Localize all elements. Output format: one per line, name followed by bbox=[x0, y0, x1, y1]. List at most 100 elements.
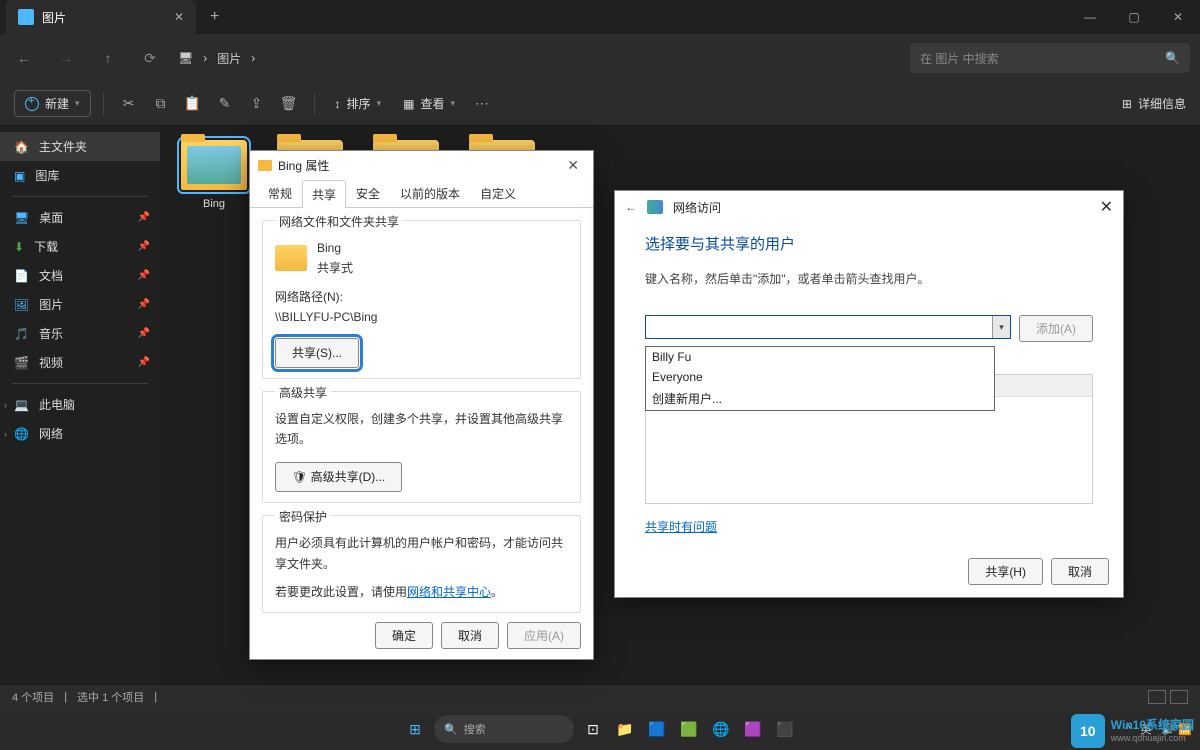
pin-icon: 📌 bbox=[138, 241, 150, 252]
separator: | bbox=[154, 691, 157, 703]
tab-security[interactable]: 安全 bbox=[346, 179, 390, 207]
tab-customize[interactable]: 自定义 bbox=[470, 179, 526, 207]
watermark: 10 Win10系统家园 www.qdhuajin.com bbox=[1071, 714, 1194, 748]
share-state: 共享式 bbox=[317, 258, 353, 278]
add-tab-button[interactable]: + bbox=[196, 8, 233, 26]
dialog-footer: 共享(H) 取消 bbox=[968, 558, 1109, 585]
folder-name: Bing bbox=[174, 198, 254, 210]
dropdown-option[interactable]: Everyone bbox=[646, 367, 994, 387]
sidebar-item-music[interactable]: 🎵音乐📌 bbox=[0, 319, 160, 348]
app-icon[interactable]: 🟩 bbox=[676, 716, 702, 742]
breadcrumb[interactable]: 🖥 › 图片 › bbox=[178, 50, 255, 67]
details-button[interactable]: ⊞ 详细信息 bbox=[1122, 95, 1186, 112]
close-button[interactable]: ✕ bbox=[1100, 197, 1113, 217]
minimize-button[interactable]: — bbox=[1068, 0, 1112, 34]
app-icon[interactable]: 🟪 bbox=[740, 716, 766, 742]
dialog-titlebar[interactable]: Bing 属性 ✕ bbox=[250, 151, 593, 179]
gallery-icon: ▣ bbox=[14, 169, 25, 183]
grid-view-button[interactable] bbox=[1170, 690, 1188, 704]
sidebar-item-documents[interactable]: 📄文档📌 bbox=[0, 261, 160, 290]
app-icon[interactable]: 🟦 bbox=[644, 716, 670, 742]
trouble-link[interactable]: 共享时有问题 bbox=[645, 520, 717, 534]
details-label: 详细信息 bbox=[1138, 95, 1186, 112]
share-button[interactable]: 共享(S)... bbox=[275, 338, 359, 368]
list-view-button[interactable] bbox=[1148, 690, 1166, 704]
rename-icon[interactable]: ✎ bbox=[212, 95, 238, 112]
advanced-share-button[interactable]: 🛡 高级共享(D)... bbox=[275, 462, 402, 492]
folder-icon bbox=[258, 160, 272, 171]
taskbar-search[interactable]: 🔍 搜索 bbox=[434, 715, 574, 743]
up-button[interactable]: ↑ bbox=[94, 50, 122, 66]
maximize-button[interactable]: ▢ bbox=[1112, 0, 1156, 34]
dropdown-button[interactable]: ▾ bbox=[992, 316, 1010, 338]
explorer-icon[interactable]: 📁 bbox=[612, 716, 638, 742]
folder-item[interactable]: Bing bbox=[174, 140, 254, 210]
close-tab-icon[interactable]: ✕ bbox=[174, 10, 184, 24]
sidebar-label: 文档 bbox=[39, 267, 63, 284]
paste-icon[interactable]: 📋 bbox=[180, 95, 206, 112]
share-icon[interactable]: ⇪ bbox=[244, 95, 270, 112]
tab-sharing[interactable]: 共享 bbox=[302, 180, 346, 208]
sidebar-item-thispc[interactable]: ›💻此电脑 bbox=[0, 390, 160, 419]
sidebar-label: 此电脑 bbox=[39, 396, 75, 413]
chevron-down-icon: ▾ bbox=[377, 98, 382, 109]
sidebar-item-pictures[interactable]: 🖼图片📌 bbox=[0, 290, 160, 319]
dropdown-option[interactable]: 创建新用户... bbox=[646, 387, 994, 410]
ok-button[interactable]: 确定 bbox=[375, 622, 433, 649]
view-button[interactable]: ▦ 查看 ▾ bbox=[395, 91, 463, 116]
close-button[interactable]: ✕ bbox=[561, 157, 585, 174]
sidebar-label: 图片 bbox=[39, 296, 63, 313]
document-icon: 📄 bbox=[14, 269, 29, 283]
forward-button[interactable]: → bbox=[52, 50, 80, 66]
dropdown-option[interactable]: Billy Fu bbox=[646, 347, 994, 367]
view-toggle bbox=[1148, 690, 1188, 704]
back-button[interactable]: ← bbox=[625, 200, 637, 214]
sort-button[interactable]: ↕ 排序 ▾ bbox=[327, 91, 390, 116]
chevron-down-icon: ▾ bbox=[450, 98, 455, 109]
copy-icon[interactable]: ⧉ bbox=[148, 95, 174, 112]
network-center-link[interactable]: 网络和共享中心 bbox=[407, 585, 491, 599]
shield-icon bbox=[647, 200, 663, 214]
refresh-button[interactable]: ⟳ bbox=[136, 50, 164, 67]
back-button[interactable]: ← bbox=[10, 50, 38, 66]
cancel-button[interactable]: 取消 bbox=[441, 622, 499, 649]
sidebar-item-home[interactable]: 🏠主文件夹 bbox=[0, 132, 160, 161]
user-input[interactable] bbox=[646, 320, 992, 334]
dialog-buttons: 确定 取消 应用(A) bbox=[375, 622, 581, 649]
more-button[interactable]: ⋯ bbox=[469, 95, 495, 112]
edge-icon[interactable]: 🌐 bbox=[708, 716, 734, 742]
sidebar-item-gallery[interactable]: ▣图库 bbox=[0, 161, 160, 190]
start-button[interactable]: ⊞ bbox=[402, 716, 428, 742]
user-combobox[interactable]: ▾ bbox=[645, 315, 1011, 339]
tab-previous-versions[interactable]: 以前的版本 bbox=[390, 179, 470, 207]
delete-icon[interactable]: 🗑 bbox=[276, 95, 302, 112]
cancel-button[interactable]: 取消 bbox=[1051, 558, 1109, 585]
pc-icon: 💻 bbox=[14, 398, 29, 412]
sidebar-item-downloads[interactable]: ⬇下载📌 bbox=[0, 232, 160, 261]
search-label: 搜索 bbox=[464, 721, 486, 737]
add-button[interactable]: 添加(A) bbox=[1019, 315, 1093, 342]
dialog-hint: 键入名称，然后单击"添加"，或者单击箭头查找用户。 bbox=[645, 270, 1093, 287]
cut-icon[interactable]: ✂ bbox=[116, 95, 142, 112]
window-tab[interactable]: 图片 ✕ bbox=[6, 0, 196, 34]
sidebar-item-network[interactable]: ›🌐网络 bbox=[0, 419, 160, 448]
search-input[interactable]: 在 图片 中搜索 🔍 bbox=[910, 43, 1190, 73]
item-count: 4 个项目 bbox=[12, 689, 54, 705]
sort-icon: ↕ bbox=[335, 97, 341, 111]
pin-icon: 📌 bbox=[138, 357, 150, 368]
tab-general[interactable]: 常规 bbox=[258, 179, 302, 207]
password-protection-section: 密码保护 用户必须具有此计算机的用户帐户和密码，才能访问共享文件夹。 若要更改此… bbox=[262, 515, 581, 613]
breadcrumb-item[interactable]: 图片 bbox=[217, 50, 241, 67]
sidebar-label: 音乐 bbox=[39, 325, 63, 342]
user-dropdown: Billy Fu Everyone 创建新用户... bbox=[645, 346, 995, 411]
close-window-button[interactable]: ✕ bbox=[1156, 0, 1200, 34]
sidebar: 🏠主文件夹 ▣图库 🖥桌面📌 ⬇下载📌 📄文档📌 🖼图片📌 🎵音乐📌 🎬视频📌 … bbox=[0, 126, 160, 684]
task-view-button[interactable]: ⊡ bbox=[580, 716, 606, 742]
app-icon[interactable]: ⬛ bbox=[772, 716, 798, 742]
search-icon: 🔍 bbox=[444, 723, 458, 736]
sidebar-item-desktop[interactable]: 🖥桌面📌 bbox=[0, 203, 160, 232]
sidebar-item-videos[interactable]: 🎬视频📌 bbox=[0, 348, 160, 377]
new-button[interactable]: 新建 ▾ bbox=[14, 90, 91, 117]
apply-button[interactable]: 应用(A) bbox=[507, 622, 581, 649]
share-button[interactable]: 共享(H) bbox=[968, 558, 1043, 585]
